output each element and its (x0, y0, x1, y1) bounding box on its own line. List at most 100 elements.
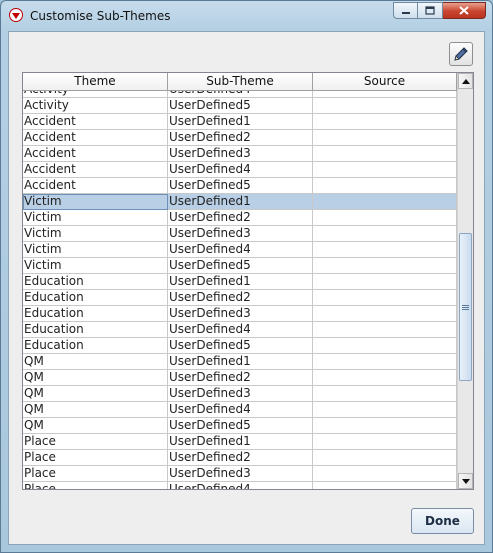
table-row[interactable]: QM UserDefined1 (23, 354, 457, 370)
table-row[interactable]: QM UserDefined3 (23, 386, 457, 402)
cell-sub-theme[interactable]: UserDefined4 (168, 162, 313, 178)
cell-theme[interactable]: Accident (23, 114, 168, 130)
cell-source[interactable] (313, 434, 457, 450)
cell-sub-theme[interactable]: UserDefined5 (168, 98, 313, 114)
table-row[interactable]: Place UserDefined1 (23, 434, 457, 450)
cell-sub-theme[interactable]: UserDefined4 (168, 91, 313, 98)
table-row[interactable]: Victim UserDefined3 (23, 226, 457, 242)
cell-source[interactable] (313, 226, 457, 242)
table-row[interactable]: Accident UserDefined2 (23, 130, 457, 146)
cell-sub-theme[interactable]: UserDefined3 (168, 466, 313, 482)
cell-source[interactable] (313, 91, 457, 98)
minimize-button[interactable] (393, 2, 418, 19)
cell-source[interactable] (313, 114, 457, 130)
cell-sub-theme[interactable]: UserDefined2 (168, 370, 313, 386)
cell-source[interactable] (313, 130, 457, 146)
cell-source[interactable] (313, 210, 457, 226)
cell-sub-theme[interactable]: UserDefined1 (168, 114, 313, 130)
cell-sub-theme[interactable]: UserDefined4 (168, 482, 313, 489)
cell-sub-theme[interactable]: UserDefined4 (168, 322, 313, 338)
cell-source[interactable] (313, 146, 457, 162)
cell-theme[interactable]: Education (23, 274, 168, 290)
cell-source[interactable] (313, 178, 457, 194)
table-row[interactable]: Education UserDefined2 (23, 290, 457, 306)
table-row[interactable]: Education UserDefined1 (23, 274, 457, 290)
cell-theme[interactable]: Place (23, 434, 168, 450)
cell-theme[interactable]: QM (23, 386, 168, 402)
cell-theme[interactable]: Place (23, 466, 168, 482)
table-row[interactable]: Accident UserDefined3 (23, 146, 457, 162)
cell-source[interactable] (313, 306, 457, 322)
table-row[interactable]: QM UserDefined2 (23, 370, 457, 386)
cell-sub-theme[interactable]: UserDefined1 (168, 354, 313, 370)
cell-theme[interactable]: Education (23, 306, 168, 322)
title-bar[interactable]: Customise Sub-Themes (1, 1, 492, 31)
cell-source[interactable] (313, 162, 457, 178)
table-row[interactable]: QM UserDefined5 (23, 418, 457, 434)
cell-theme[interactable]: Accident (23, 130, 168, 146)
cell-theme[interactable]: Education (23, 338, 168, 354)
cell-sub-theme[interactable]: UserDefined5 (168, 178, 313, 194)
table-row[interactable]: Victim UserDefined1 (23, 194, 457, 210)
table-row[interactable]: Accident UserDefined1 (23, 114, 457, 130)
scroll-down-button[interactable] (458, 473, 473, 489)
table-row[interactable]: Accident UserDefined5 (23, 178, 457, 194)
cell-theme[interactable]: QM (23, 402, 168, 418)
cell-source[interactable] (313, 290, 457, 306)
cell-theme[interactable]: QM (23, 418, 168, 434)
cell-sub-theme[interactable]: UserDefined1 (168, 434, 313, 450)
cell-source[interactable] (313, 338, 457, 354)
cell-source[interactable] (313, 466, 457, 482)
cell-theme[interactable]: Place (23, 450, 168, 466)
cell-theme[interactable]: Activity (23, 98, 168, 114)
cell-theme[interactable]: Education (23, 290, 168, 306)
cell-theme[interactable]: Accident (23, 146, 168, 162)
cell-theme[interactable]: Activity (23, 91, 168, 98)
cell-source[interactable] (313, 242, 457, 258)
table-row[interactable]: Victim UserDefined4 (23, 242, 457, 258)
table-row[interactable]: Accident UserDefined4 (23, 162, 457, 178)
cell-sub-theme[interactable]: UserDefined5 (168, 418, 313, 434)
table-row[interactable]: Education UserDefined4 (23, 322, 457, 338)
cell-sub-theme[interactable]: UserDefined1 (168, 194, 313, 210)
table-row[interactable]: QM UserDefined4 (23, 402, 457, 418)
cell-source[interactable] (313, 274, 457, 290)
cell-source[interactable] (313, 258, 457, 274)
cell-theme[interactable]: QM (23, 370, 168, 386)
cell-theme[interactable]: Education (23, 322, 168, 338)
column-header-sub-theme[interactable]: Sub-Theme (168, 73, 313, 90)
cell-source[interactable] (313, 354, 457, 370)
cell-source[interactable] (313, 482, 457, 489)
cell-sub-theme[interactable]: UserDefined2 (168, 290, 313, 306)
cell-theme[interactable]: Victim (23, 258, 168, 274)
cell-theme[interactable]: Accident (23, 178, 168, 194)
done-button[interactable]: Done (411, 508, 474, 534)
cell-theme[interactable]: QM (23, 354, 168, 370)
table-row[interactable]: Education UserDefined3 (23, 306, 457, 322)
column-header-source[interactable]: Source (313, 73, 457, 90)
table-row[interactable]: Place UserDefined3 (23, 466, 457, 482)
table-row[interactable]: Place UserDefined2 (23, 450, 457, 466)
cell-sub-theme[interactable]: UserDefined3 (168, 306, 313, 322)
table-row[interactable]: Place UserDefined4 (23, 482, 457, 489)
table-row[interactable]: Victim UserDefined5 (23, 258, 457, 274)
cell-sub-theme[interactable]: UserDefined5 (168, 258, 313, 274)
cell-source[interactable] (313, 194, 457, 210)
table-row[interactable]: Education UserDefined5 (23, 338, 457, 354)
cell-theme[interactable]: Place (23, 482, 168, 489)
cell-sub-theme[interactable]: UserDefined3 (168, 386, 313, 402)
column-header-theme[interactable]: Theme (23, 73, 168, 90)
vertical-scrollbar[interactable] (457, 73, 473, 489)
cell-source[interactable] (313, 402, 457, 418)
scroll-up-button[interactable] (458, 73, 473, 89)
scrollbar-thumb[interactable] (459, 233, 472, 381)
cell-source[interactable] (313, 370, 457, 386)
cell-theme[interactable]: Accident (23, 162, 168, 178)
cell-sub-theme[interactable]: UserDefined4 (168, 402, 313, 418)
cell-sub-theme[interactable]: UserDefined3 (168, 226, 313, 242)
cell-theme[interactable]: Victim (23, 226, 168, 242)
cell-sub-theme[interactable]: UserDefined1 (168, 274, 313, 290)
cell-sub-theme[interactable]: UserDefined4 (168, 242, 313, 258)
cell-theme[interactable]: Victim (23, 210, 168, 226)
table-row[interactable]: ActivityUserDefined4 (23, 91, 457, 98)
